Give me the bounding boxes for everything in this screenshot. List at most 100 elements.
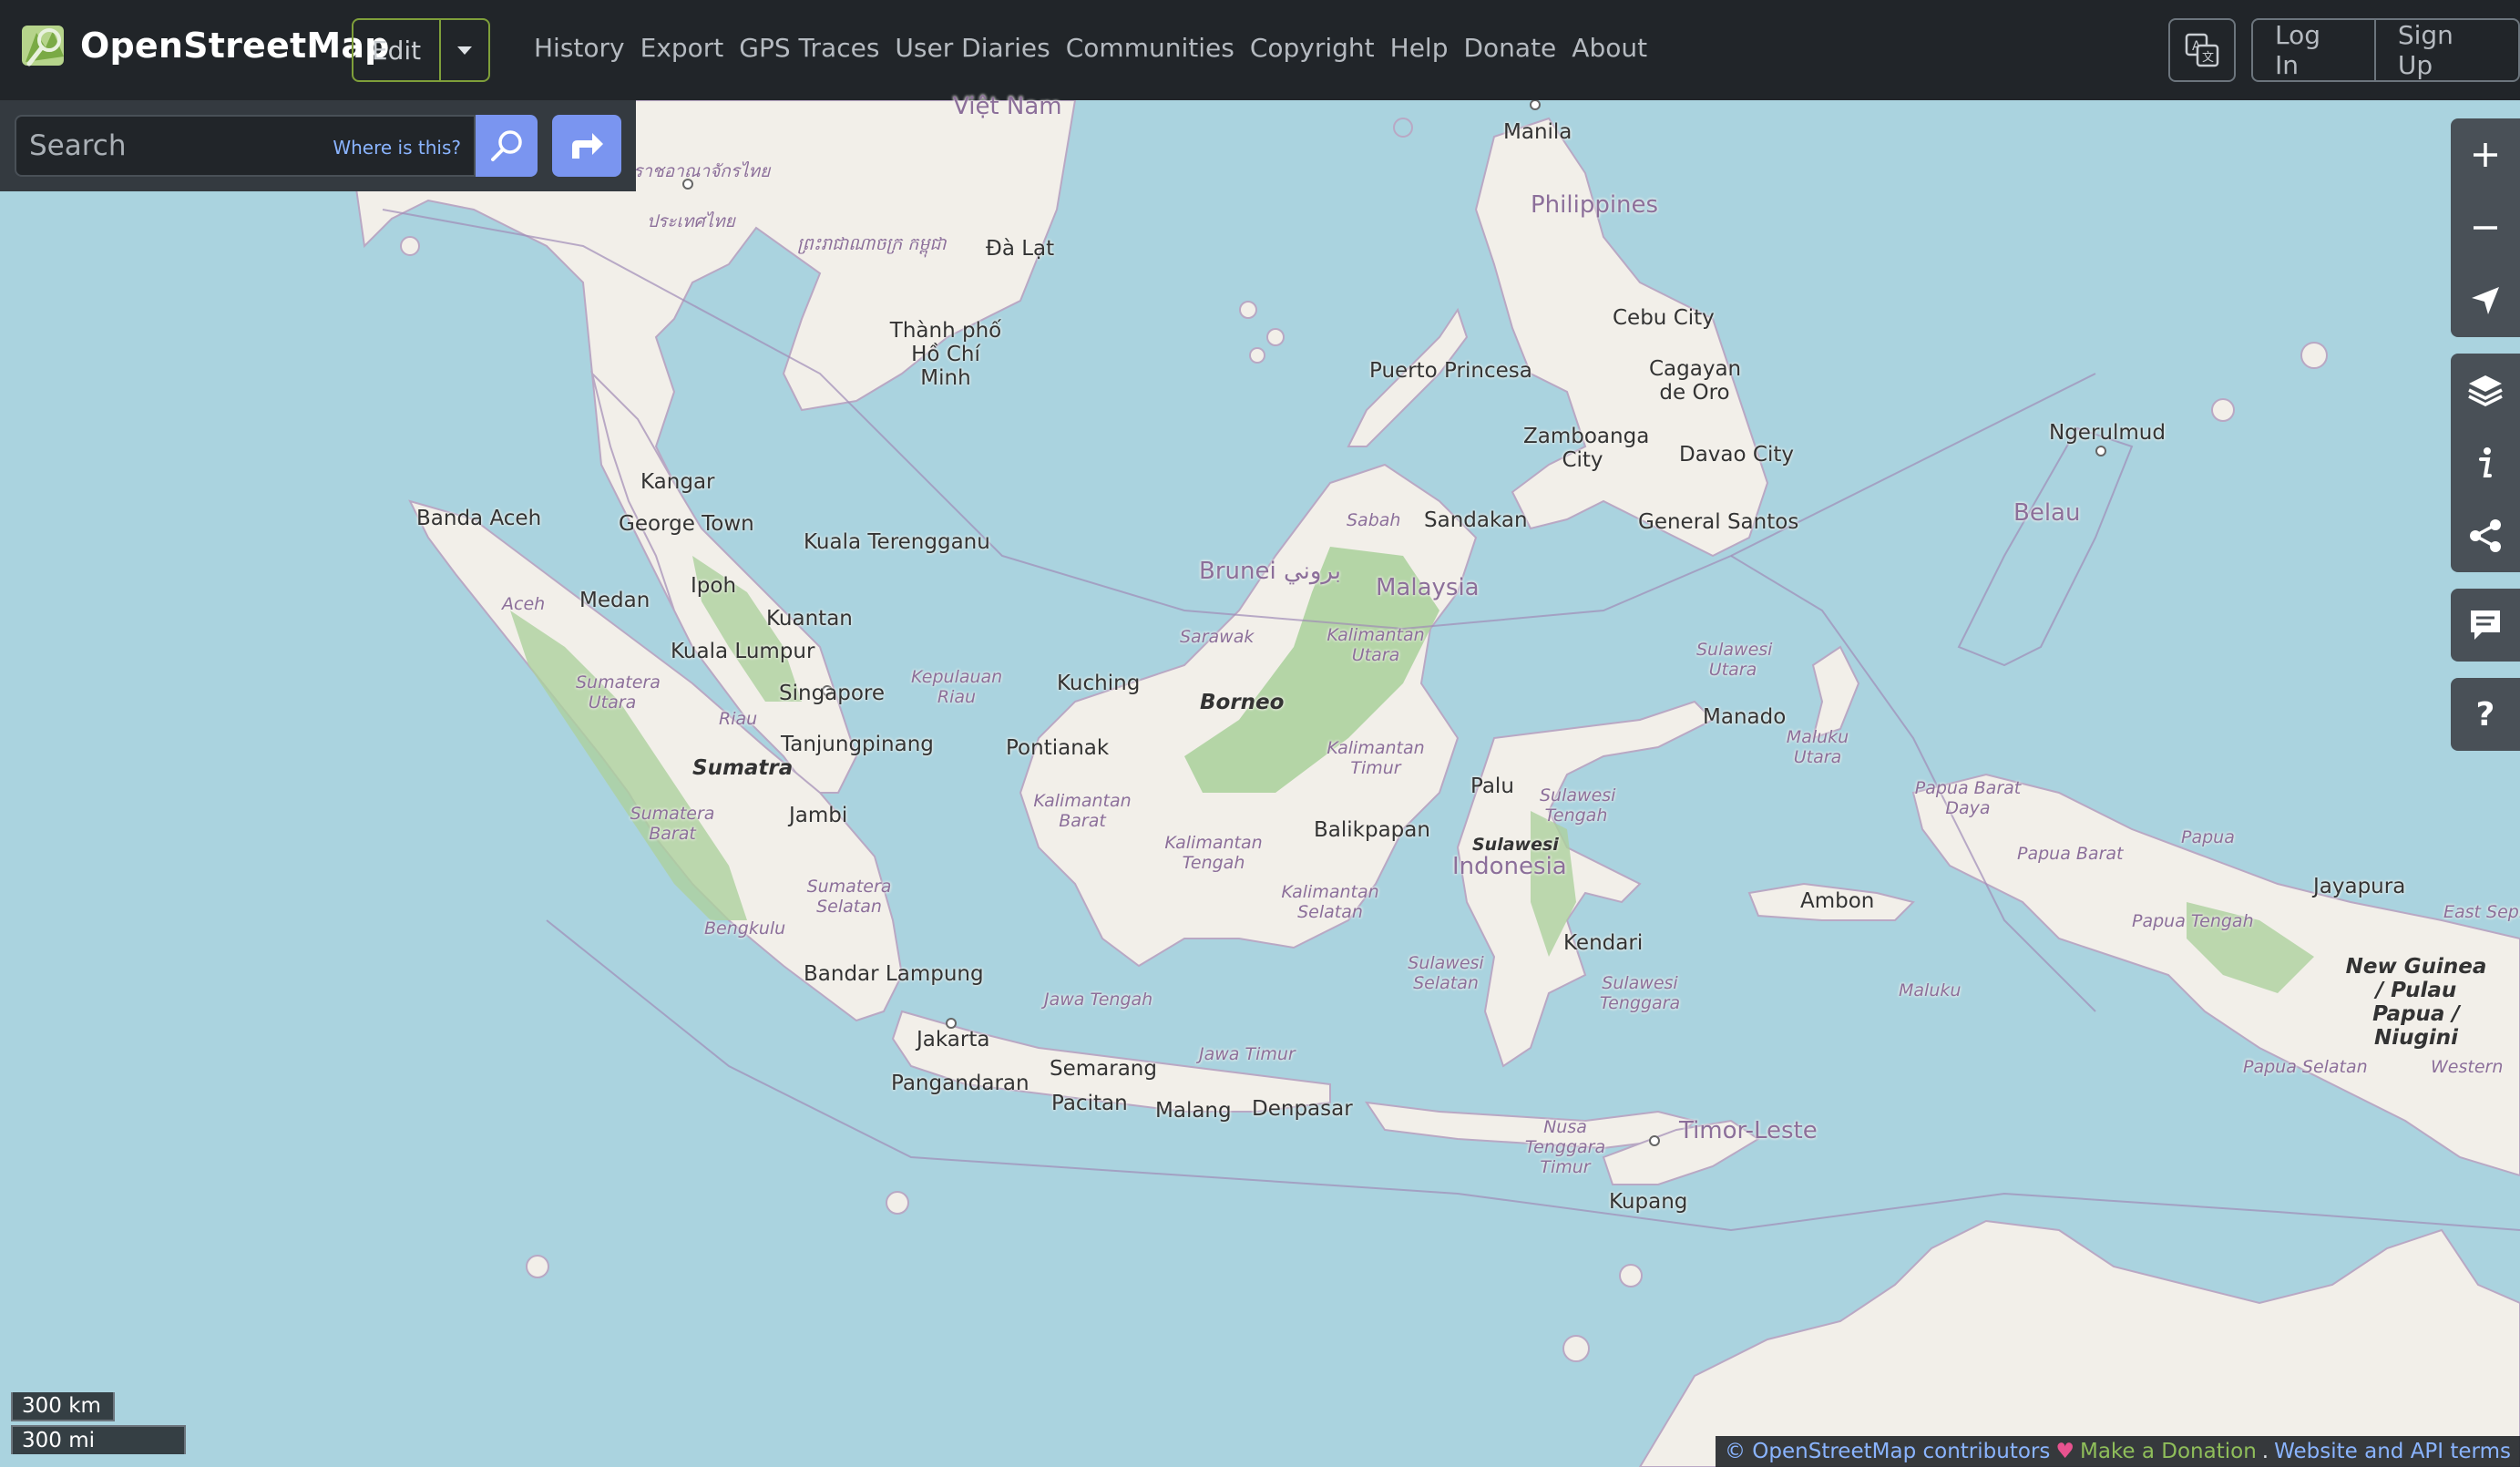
attribution-link[interactable]: © OpenStreetMap contributors (1725, 1440, 2050, 1463)
label-new-guinea: New Guinea / Pulau Papua / Niugini (2345, 955, 2487, 1050)
label-ntt: Nusa Tenggara Timur (1524, 1117, 1606, 1177)
search-button[interactable] (476, 115, 538, 177)
label-papua-selatan: Papua Selatan (2243, 1057, 2368, 1077)
where-is-this-link[interactable]: Where is this? (333, 137, 461, 159)
label-sumatera-selatan: Sumatera Selatan (806, 877, 892, 917)
nav-communities[interactable]: Communities (1066, 33, 1234, 63)
layers-button[interactable] (2451, 354, 2520, 426)
label-sumatera-utara: Sumatera Utara (576, 672, 661, 713)
label-sulawesi-tengah: Sulawesi Tengah (1540, 785, 1616, 826)
label-tanjungpinang: Tanjungpinang (781, 733, 934, 756)
translate-icon: A 文 (2185, 33, 2219, 67)
attribution-separator: . (2261, 1440, 2269, 1463)
label-george-town: George Town (619, 512, 754, 536)
label-jakarta: Jakarta (917, 1028, 990, 1052)
label-ipoh: Ipoh (691, 574, 737, 598)
language-button[interactable]: A 文 (2168, 18, 2236, 82)
label-kuala-lumpur: Kuala Lumpur (671, 640, 815, 663)
label-kalimantan-tengah: Kalimantan Tengah (1164, 833, 1263, 873)
map-basemap (0, 100, 2520, 1467)
map-controls: ? (2451, 118, 2520, 767)
label-kuantan: Kuantan (766, 607, 853, 631)
label-pacitan: Pacitan (1051, 1092, 1128, 1115)
nav-history[interactable]: History (534, 33, 625, 63)
question-icon: ? (2475, 695, 2495, 734)
osm-logo-icon (22, 26, 64, 67)
edit-dropdown-toggle[interactable] (441, 20, 488, 80)
label-pangandaran: Pangandaran (891, 1072, 1030, 1095)
brand-name: OpenStreetMap (80, 26, 390, 66)
nav-copyright[interactable]: Copyright (1250, 33, 1375, 63)
label-manado: Manado (1703, 705, 1787, 729)
label-ngerulmud: Ngerulmud (2049, 421, 2166, 445)
nav-gps-traces[interactable]: GPS Traces (739, 33, 879, 63)
top-navbar: OpenStreetMap Edit History Export GPS Tr… (0, 0, 2520, 100)
label-kalimantan-utara: Kalimantan Utara (1327, 625, 1425, 665)
label-maluku: Maluku (1899, 980, 1962, 1000)
signup-button[interactable]: Sign Up (2373, 20, 2518, 80)
label-brunei: Brunei بروني (1199, 558, 1342, 585)
search-input[interactable]: Search Where is this? (15, 115, 476, 177)
label-sandakan: Sandakan (1424, 508, 1528, 532)
label-balikpapan: Balikpapan (1314, 818, 1430, 842)
nav-export[interactable]: Export (640, 33, 724, 63)
login-button[interactable]: Log In (2253, 20, 2374, 80)
search-icon (491, 130, 522, 161)
label-papua-barat: Papua Barat (2017, 844, 2124, 864)
terms-link[interactable]: Website and API terms (2274, 1440, 2511, 1463)
search-placeholder: Search (29, 129, 127, 162)
label-kuala-terengganu: Kuala Terengganu (804, 530, 990, 554)
primary-nav: History Export GPS Traces User Diaries C… (534, 33, 1647, 63)
label-kalimantan-barat: Kalimantan Barat (1033, 791, 1132, 831)
label-riau: Riau (719, 709, 758, 729)
edit-button-group: Edit (352, 18, 490, 82)
nav-about[interactable]: About (1572, 33, 1647, 63)
label-aceh: Aceh (502, 594, 546, 614)
info-icon (2479, 447, 2492, 477)
scale-km: 300 km (11, 1392, 115, 1421)
label-banda-aceh: Banda Aceh (416, 507, 542, 530)
label-jayapura: Jayapura (2313, 875, 2406, 898)
map-key-button[interactable] (2451, 426, 2520, 499)
heart-icon: ♥ (2055, 1440, 2074, 1463)
scale-mi: 300 mi (11, 1425, 186, 1454)
brand-logo[interactable]: OpenStreetMap (18, 20, 390, 71)
label-east-sepik: East Sepik (2443, 902, 2520, 922)
label-zamboanga: Zamboanga City (1523, 425, 1650, 472)
label-thailand-kh: ประเทศไทย (647, 211, 735, 231)
edit-button[interactable]: Edit (353, 20, 441, 80)
label-philippines: Philippines (1531, 191, 1659, 219)
zoom-controls (2451, 118, 2520, 337)
label-davao: Davao City (1679, 443, 1794, 467)
donate-link[interactable]: Make a Donation (2080, 1440, 2257, 1463)
zoom-in-button[interactable] (2451, 118, 2520, 191)
help-button[interactable]: ? (2451, 678, 2520, 751)
svg-text:文: 文 (2202, 51, 2214, 65)
nav-donate[interactable]: Donate (1463, 33, 1556, 63)
label-borneo: Borneo (1200, 691, 1285, 714)
directions-icon (572, 133, 603, 159)
label-maluku-utara: Maluku Utara (1786, 727, 1849, 767)
label-vietnam: Việt Nam (953, 93, 1062, 120)
label-sulawesi: Sulawesi (1472, 835, 1559, 855)
label-denpasar: Denpasar (1252, 1097, 1353, 1121)
label-sulawesi-utara: Sulawesi Utara (1696, 640, 1773, 680)
label-manila: Manila (1503, 120, 1572, 144)
label-kendari: Kendari (1563, 931, 1644, 955)
zoom-out-button[interactable] (2451, 191, 2520, 264)
label-medan: Medan (579, 589, 650, 612)
map-canvas[interactable]: Việt Nam ราชอาณาจักรไทย ประเทศไทย ព្រះរា… (0, 93, 2520, 1467)
label-cebu: Cebu City (1613, 306, 1715, 330)
label-cambodia: ព្រះរាជាណាចក្រ កម្ពុជា (797, 234, 947, 254)
share-button[interactable] (2451, 499, 2520, 572)
add-note-button[interactable] (2451, 589, 2520, 662)
label-jawa-tengah: Jawa Tengah (1044, 990, 1153, 1010)
locate-button[interactable] (2451, 264, 2520, 337)
nav-user-diaries[interactable]: User Diaries (895, 33, 1050, 63)
label-bandar-lampung: Bandar Lampung (804, 962, 984, 986)
label-jawa-timur: Jawa Timur (1199, 1044, 1296, 1064)
directions-button[interactable] (552, 115, 621, 177)
scale-bar-mi: 300 mi (11, 1425, 186, 1454)
nav-help[interactable]: Help (1390, 33, 1449, 63)
location-arrow-icon (2472, 287, 2499, 314)
